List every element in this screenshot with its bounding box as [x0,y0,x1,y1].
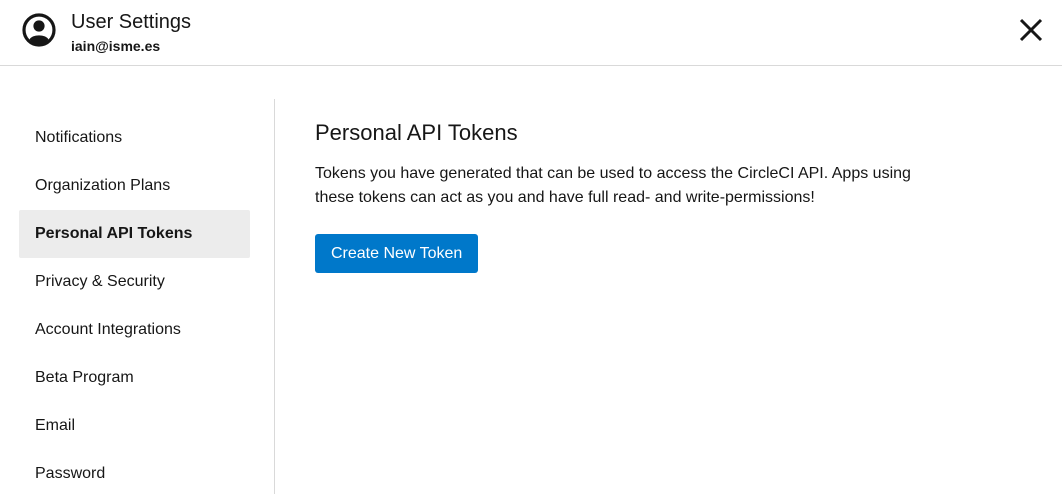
page-title: User Settings [71,11,192,33]
user-circle-icon [22,13,56,47]
main-content: Personal API Tokens Tokens you have gene… [315,118,955,273]
sidebar-divider [274,99,275,494]
sidebar-item-organization-plans[interactable]: Organization Plans [19,162,250,210]
create-new-token-button[interactable]: Create New Token [315,234,479,273]
user-email: iain@isme.es [71,38,161,54]
sidebar-item-privacy-security[interactable]: Privacy & Security [19,258,250,306]
sidebar-item-personal-api-tokens[interactable]: Personal API Tokens [19,210,250,258]
sidebar-item-password[interactable]: Password [19,450,250,498]
settings-header: User Settings iain@isme.es [0,0,1062,66]
section-description: Tokens you have generated that can be us… [315,165,911,206]
settings-sidebar: Notifications Organization Plans Persona… [19,114,250,498]
section-title: Personal API Tokens [315,120,518,145]
sidebar-item-notifications[interactable]: Notifications [19,114,250,162]
sidebar-item-beta-program[interactable]: Beta Program [19,354,250,402]
sidebar-item-account-integrations[interactable]: Account Integrations [19,306,250,354]
close-icon[interactable] [1018,17,1044,43]
sidebar-item-email[interactable]: Email [19,402,250,450]
